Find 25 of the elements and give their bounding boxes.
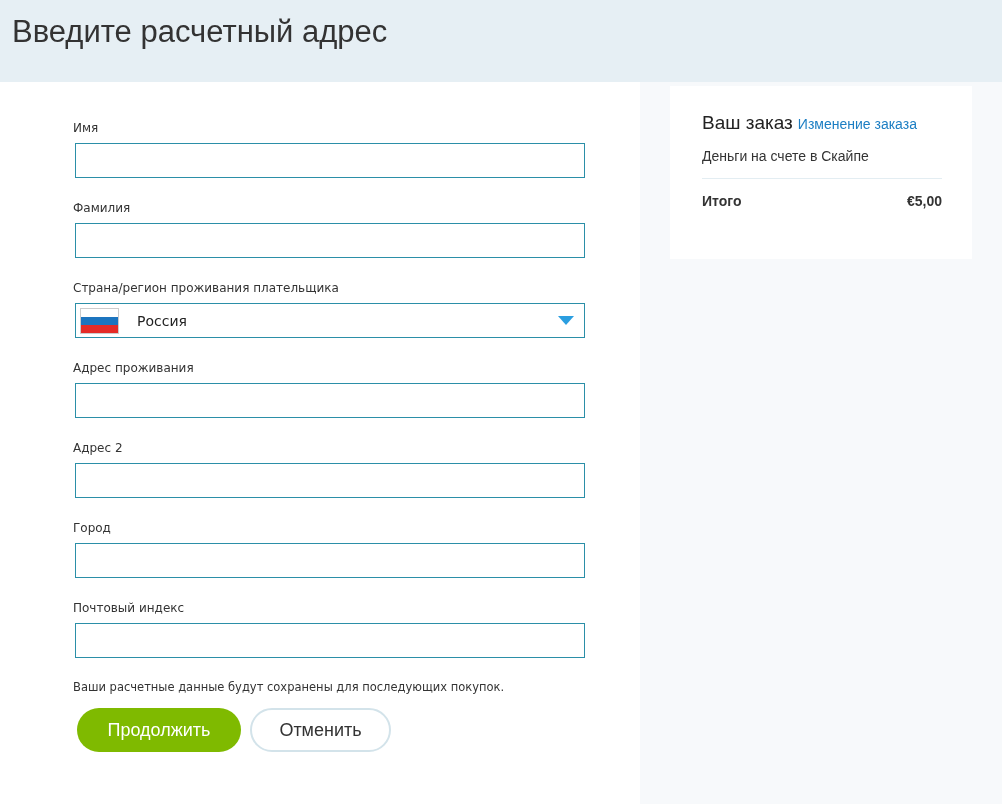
flag-icon <box>80 307 119 334</box>
field-label: Город <box>73 520 112 537</box>
field-label: Адрес проживания <box>73 360 195 377</box>
input-field[interactable] <box>75 143 585 178</box>
input-field[interactable] <box>75 623 585 658</box>
total-value: €5,00 <box>906 193 942 209</box>
info-text: Ваши расчетные данные будут сохранены для последующих покупок. <box>73 680 506 696</box>
order-title: Ваш заказ <box>702 112 793 134</box>
field-label: Имя <box>73 120 100 137</box>
input-field[interactable] <box>75 543 585 578</box>
cancel-button[interactable]: Отменить <box>250 708 391 752</box>
input-field[interactable] <box>75 223 585 258</box>
order-item: Деньги на счете в Скайпе <box>702 148 942 179</box>
caret-icon <box>558 316 574 325</box>
total-label: Итого <box>702 193 742 209</box>
field-label: Страна/регион проживания плательщика <box>73 280 340 297</box>
country-dropdown[interactable]: Россия <box>75 303 585 338</box>
page-title: Введите расчетный адрес <box>12 14 389 50</box>
dropdown-value: Россия <box>137 312 188 329</box>
input-field[interactable] <box>75 383 585 418</box>
edit-order-link[interactable]: Изменение заказа <box>797 116 917 132</box>
field-label: Фамилия <box>73 200 132 217</box>
field-label: Адрес 2 <box>73 440 124 457</box>
field-label: Почтовый индекс <box>73 600 186 617</box>
input-field[interactable] <box>75 463 585 498</box>
